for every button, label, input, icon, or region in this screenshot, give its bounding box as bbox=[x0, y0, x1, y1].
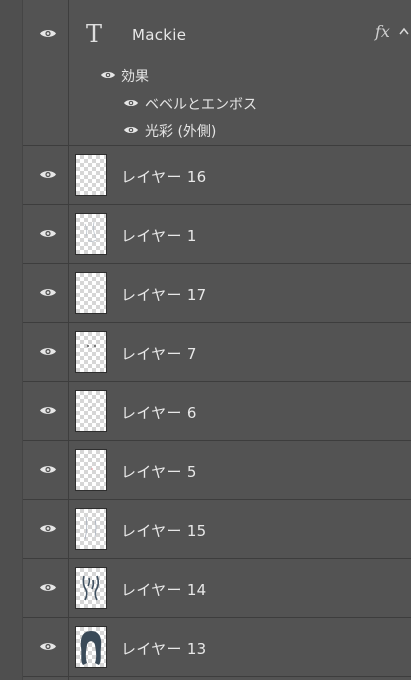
layer-thumbnail[interactable] bbox=[75, 390, 107, 432]
effects-label: 効果 bbox=[121, 69, 149, 85]
fx-icon[interactable]: fx bbox=[375, 22, 390, 41]
effects-visibility-eye-icon[interactable] bbox=[100, 70, 116, 80]
layer-row[interactable]: レイヤー 5 bbox=[23, 441, 411, 500]
effect-bevel-emboss[interactable]: ベベルとエンボス bbox=[145, 94, 257, 114]
layer-thumbnail[interactable] bbox=[75, 449, 107, 491]
layer-thumbnail[interactable] bbox=[75, 331, 107, 373]
layer-name[interactable]: レイヤー 5 bbox=[121, 461, 197, 482]
visibility-eye-icon[interactable] bbox=[39, 641, 57, 652]
collapse-caret-icon[interactable] bbox=[399, 27, 409, 35]
visibility-eye-icon[interactable] bbox=[39, 405, 57, 416]
layer-name[interactable]: レイヤー 16 bbox=[121, 166, 207, 187]
layer-name[interactable]: Mackie bbox=[132, 26, 186, 44]
layer-name[interactable]: レイヤー 7 bbox=[121, 343, 197, 364]
visibility-eye-icon[interactable] bbox=[39, 582, 57, 593]
layer-row[interactable]: レイヤー 14 bbox=[23, 559, 411, 618]
layer-name[interactable]: レイヤー 13 bbox=[121, 638, 207, 659]
layer-name[interactable]: レイヤー 15 bbox=[121, 520, 207, 541]
layer-thumbnail[interactable] bbox=[75, 626, 107, 668]
layer-thumbnail[interactable] bbox=[75, 272, 107, 314]
effect-visibility-eye-icon[interactable] bbox=[123, 98, 139, 108]
layer-name[interactable]: レイヤー 14 bbox=[121, 579, 207, 600]
visibility-eye-icon[interactable] bbox=[39, 287, 57, 298]
panel-left-gutter bbox=[0, 0, 22, 680]
visibility-eye-icon[interactable] bbox=[39, 228, 57, 239]
effect-visibility-eye-icon[interactable] bbox=[123, 125, 139, 135]
layer-row[interactable]: レイヤー 17 bbox=[23, 264, 411, 323]
layer-thumbnail[interactable] bbox=[75, 508, 107, 550]
visibility-eye-icon[interactable] bbox=[39, 346, 57, 357]
visibility-eye-icon[interactable] bbox=[39, 169, 57, 180]
visibility-eye-icon[interactable] bbox=[39, 523, 57, 534]
layer-thumbnail[interactable] bbox=[75, 154, 107, 196]
layers-panel: T Mackie fx 効果 ベベルとエンボス 光彩 (外側) レイヤー 16 bbox=[0, 0, 411, 680]
layer-name[interactable]: レイヤー 17 bbox=[121, 284, 207, 305]
layer-name[interactable]: レイヤー 6 bbox=[121, 402, 197, 423]
layer-row[interactable]: レイヤー 7 bbox=[23, 323, 411, 382]
visibility-eye-icon[interactable] bbox=[39, 28, 57, 39]
layer-name[interactable]: レイヤー 1 bbox=[121, 225, 197, 246]
visibility-eye-icon[interactable] bbox=[39, 464, 57, 475]
layer-row[interactable]: レイヤー 1 bbox=[23, 205, 411, 264]
effect-outer-glow[interactable]: 光彩 (外側) bbox=[145, 121, 216, 141]
layer-row[interactable]: レイヤー 6 bbox=[23, 382, 411, 441]
layer-thumbnail[interactable] bbox=[75, 567, 107, 609]
layer-row[interactable]: レイヤー 16 bbox=[23, 146, 411, 205]
layer-row-text-mackie[interactable]: T Mackie fx 効果 ベベルとエンボス 光彩 (外側) bbox=[23, 0, 411, 146]
layer-row[interactable]: レイヤー 15 bbox=[23, 500, 411, 559]
text-layer-type-icon: T bbox=[86, 20, 103, 48]
layer-row[interactable]: レイヤー 13 bbox=[23, 618, 411, 677]
layer-thumbnail[interactable] bbox=[75, 213, 107, 255]
